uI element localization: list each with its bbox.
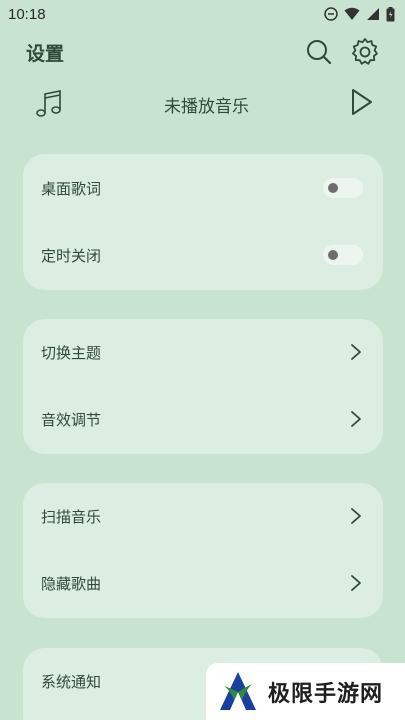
lyrics-timer-card: 桌面歌词 定时关闭 (23, 154, 383, 290)
music-note-icon (36, 90, 61, 117)
chevron-right-icon (351, 575, 361, 591)
watermark-text: 极限手游网 (268, 681, 384, 707)
scan-music-label: 扫描音乐 (41, 507, 102, 526)
chevron-right-icon (351, 344, 361, 360)
search-icon (307, 40, 332, 65)
desktop-lyrics-label: 桌面歌词 (41, 179, 102, 198)
sleep-timer-toggle[interactable] (323, 245, 363, 265)
watermark: 极限手游网 (206, 663, 405, 720)
toggle-knob (328, 250, 338, 260)
scan-music-row[interactable]: 扫描音乐 (23, 492, 383, 540)
chevron-right-icon (351, 411, 361, 427)
search-button[interactable] (303, 36, 335, 68)
sleep-timer-label: 定时关闭 (41, 246, 102, 265)
switch-theme-label: 切换主题 (41, 343, 102, 362)
desktop-lyrics-row[interactable]: 桌面歌词 (23, 164, 383, 212)
hidden-songs-row[interactable]: 隐藏歌曲 (23, 559, 383, 607)
top-bar: 设置 (0, 32, 405, 72)
page-title: 设置 (26, 42, 65, 65)
settings-button[interactable] (349, 36, 381, 68)
play-button[interactable] (349, 87, 375, 121)
theme-audio-card: 切换主题 音效调节 (23, 319, 383, 454)
signal-icon (367, 8, 379, 20)
toggle-knob (328, 183, 338, 193)
now-playing-text: 未播放音乐 (164, 96, 249, 117)
library-card: 扫描音乐 隐藏歌曲 (23, 483, 383, 618)
play-icon (352, 89, 372, 115)
settings-gear-icon (352, 38, 378, 65)
wifi-icon (344, 7, 360, 20)
chevron-right-icon (351, 508, 361, 524)
sound-effects-label: 音效调节 (41, 410, 102, 429)
mini-player[interactable]: 未播放音乐 (0, 84, 405, 124)
sleep-timer-row[interactable]: 定时关闭 (23, 231, 383, 279)
desktop-lyrics-toggle[interactable] (323, 178, 363, 198)
watermark-logo-icon (220, 671, 256, 710)
do-not-disturb-icon (324, 7, 338, 21)
battery-icon (386, 6, 395, 21)
switch-theme-row[interactable]: 切换主题 (23, 328, 383, 376)
status-time: 10:18 (8, 5, 46, 23)
sound-effects-row[interactable]: 音效调节 (23, 395, 383, 443)
system-notification-label: 系统通知 (41, 672, 102, 691)
status-icons (324, 6, 395, 22)
status-bar: 10:18 (0, 0, 405, 28)
hidden-songs-label: 隐藏歌曲 (41, 574, 102, 593)
